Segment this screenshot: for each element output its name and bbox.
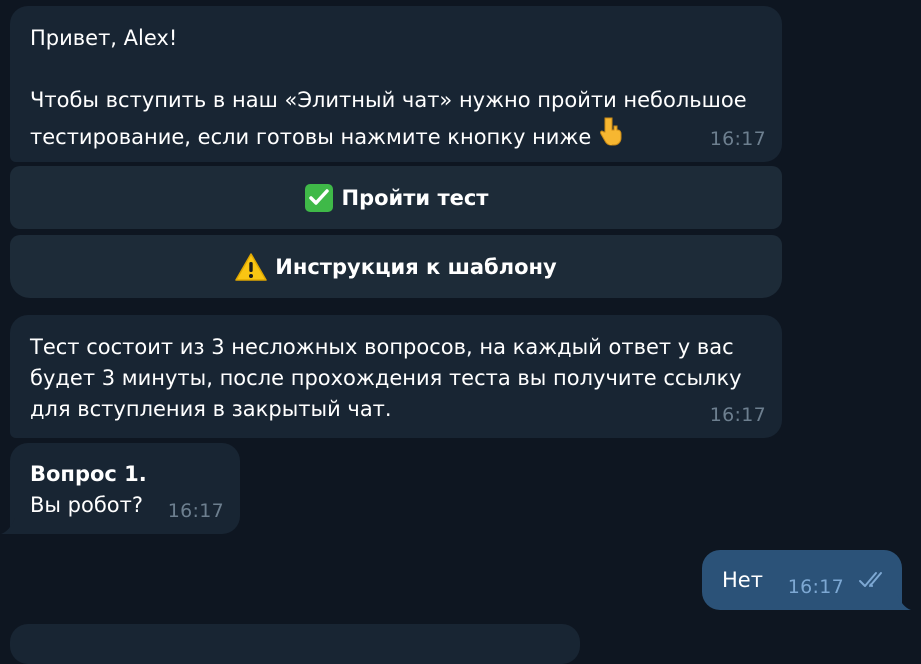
hand-pointing-down-icon: [599, 116, 623, 155]
message-time: 16:17: [167, 500, 224, 522]
greeting-line-1: Привет, Alex!: [30, 26, 178, 50]
template-guide-button[interactable]: Инструкция к шаблону: [10, 235, 782, 298]
greeting-line-2: Чтобы вступить в наш «Элитный чат» нужно…: [30, 88, 747, 112]
message-time: 16:17: [787, 576, 844, 598]
greeting-line-3: тестирование, если готовы нажмите кнопку…: [30, 125, 592, 149]
warning-icon: [235, 252, 268, 282]
message-reply-outgoing: Нет 16:17: [702, 550, 911, 610]
message-time: 16:17: [709, 404, 766, 426]
test-info-line-3: для вступления в закрытый чат.: [30, 397, 392, 421]
question-title: Вопрос 1.: [30, 462, 147, 486]
message-time: 16:17: [709, 128, 766, 150]
take-test-button[interactable]: Пройти тест: [10, 166, 782, 229]
bubble-tail: [1, 518, 15, 534]
bubble-tail: [897, 594, 911, 610]
template-guide-label: Инструкция к шаблону: [275, 254, 557, 279]
read-checks-icon: [858, 567, 888, 598]
message-greeting: Привет, Alex! Чтобы вступить в наш «Элит…: [10, 6, 782, 162]
check-mark-button-icon: [304, 183, 334, 213]
message-test-info: Тест состоит из 3 несложных вопросов, на…: [10, 315, 782, 438]
greeting-line-3-wrap: тестирование, если готовы нажмите кнопку…: [30, 116, 762, 155]
take-test-label: Пройти тест: [341, 185, 489, 210]
test-info-line-1: Тест состоит из 3 несложных вопросов, на…: [30, 335, 734, 359]
test-info-line-2: будет 3 минуты, после прохождения теста …: [30, 366, 742, 390]
message-partial: [10, 624, 580, 664]
message-question: Вопрос 1. Вы робот? 16:17: [1, 443, 240, 534]
